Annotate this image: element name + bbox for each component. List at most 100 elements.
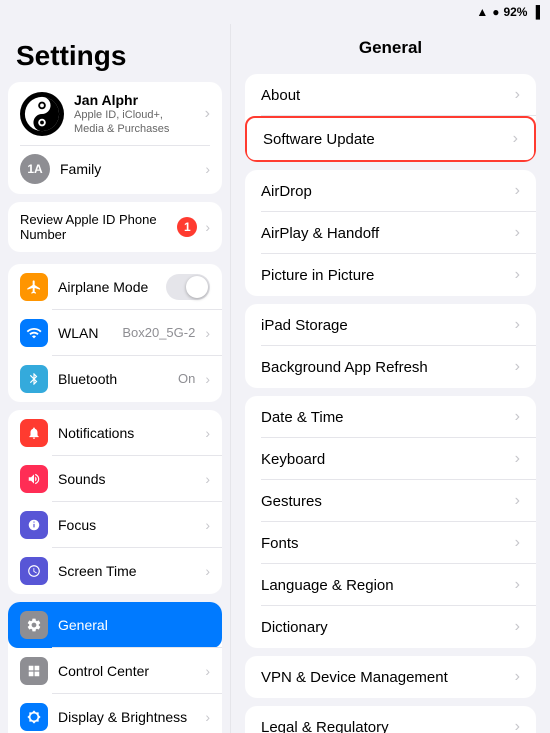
displaybrightness-icon — [20, 703, 48, 731]
detail-label-airdrop: AirDrop — [261, 183, 507, 200]
airplane-toggle[interactable] — [166, 274, 210, 300]
profile-section[interactable]: Jan Alphr Apple ID, iCloud+, Media & Pur… — [8, 82, 222, 194]
sidebar-item-screentime[interactable]: Screen Time › — [8, 548, 222, 594]
review-chevron-icon: › — [205, 219, 210, 235]
detail-item-pictureinpicture[interactable]: Picture in Picture› — [245, 254, 536, 296]
main-layout: Settings Jan Alphr Apple ID, iCloud — [0, 24, 550, 733]
detail-item-keyboard[interactable]: Keyboard› — [245, 438, 536, 480]
wlan-value: Box20_5G-2 — [122, 325, 195, 340]
screentime-icon — [20, 557, 48, 585]
review-appleid-text: Review Apple ID Phone Number — [20, 212, 169, 242]
battery-icon: ▐ — [531, 5, 540, 19]
detail-item-languageregion[interactable]: Language & Region › — [245, 564, 536, 606]
detail-header: General — [231, 24, 550, 66]
family-avatar: 1A — [20, 154, 50, 184]
sidebar-group-0: Airplane ModeWLANBox20_5G-2›BluetoothOn› — [8, 264, 222, 402]
bluetooth-label: Bluetooth — [58, 371, 168, 387]
yin-yang-icon — [23, 95, 61, 133]
sidebar-group-2: GeneralControl Center›Display & Brightne… — [8, 602, 222, 733]
detail-chevron-fonts-icon: › — [515, 534, 520, 552]
detail-label-legal: Legal & Regulatory — [261, 719, 507, 733]
wlan-chevron-icon: › — [205, 325, 210, 341]
sidebar-item-general[interactable]: General — [8, 602, 222, 648]
sidebar-item-focus[interactable]: Focus› — [8, 502, 222, 548]
detail-chevron-backgroundapprefresh-icon: › — [515, 358, 520, 376]
review-appleid-row[interactable]: Review Apple ID Phone Number 1 › — [8, 202, 222, 252]
detail-item-airdrop[interactable]: AirDrop› — [245, 170, 536, 212]
profile-chevron-icon: › — [205, 105, 210, 123]
notifications-chevron-icon: › — [205, 425, 210, 441]
detail-group-2: iPad Storage›Background App Refresh› — [245, 304, 536, 388]
detail-chevron-ipadstorage-icon: › — [515, 316, 520, 334]
sidebar-item-wlan[interactable]: WLAN Box20_5G-2 › — [8, 310, 222, 356]
avatar — [20, 92, 64, 136]
detail-chevron-about-icon: › — [515, 86, 520, 104]
detail-item-softwareupdate[interactable]: Software Update › — [245, 116, 536, 162]
detail-panel: General About›Software Update›AirDrop›Ai… — [230, 24, 550, 733]
detail-item-datetime[interactable]: Date & Time› — [245, 396, 536, 438]
controlcenter-chevron-icon: › — [205, 663, 210, 679]
sidebar-item-controlcenter[interactable]: Control Center › — [8, 648, 222, 694]
displaybrightness-chevron-icon: › — [205, 709, 210, 725]
sidebar-item-displaybrightness[interactable]: Display & Brightness › — [8, 694, 222, 733]
airplane-icon — [20, 273, 48, 301]
detail-label-ipadstorage: iPad Storage — [261, 317, 507, 334]
focus-icon — [20, 511, 48, 539]
controlcenter-label: Control Center — [58, 663, 195, 679]
detail-chevron-pictureinpicture-icon: › — [515, 266, 520, 284]
detail-item-legal[interactable]: Legal & Regulatory› — [245, 706, 536, 733]
sidebar-item-bluetooth[interactable]: BluetoothOn› — [8, 356, 222, 402]
detail-label-vpn: VPN & Device Management — [261, 669, 507, 686]
detail-label-gestures: Gestures — [261, 493, 507, 510]
detail-chevron-airplay-icon: › — [515, 224, 520, 242]
focus-label: Focus — [58, 517, 195, 533]
detail-item-about[interactable]: About› — [245, 74, 536, 116]
detail-group-5: Legal & Regulatory› — [245, 706, 536, 733]
sidebar-item-airplane[interactable]: Airplane Mode — [8, 264, 222, 310]
sidebar: Settings Jan Alphr Apple ID, iCloud — [0, 24, 230, 733]
profile-name: Jan Alphr — [74, 92, 195, 108]
profile-row[interactable]: Jan Alphr Apple ID, iCloud+, Media & Pur… — [20, 92, 210, 137]
detail-group-0: About› Software Update › — [245, 74, 536, 162]
screentime-label: Screen Time — [58, 563, 195, 579]
profile-info: Jan Alphr Apple ID, iCloud+, Media & Pur… — [74, 92, 195, 137]
detail-label-fonts: Fonts — [261, 535, 507, 552]
detail-chevron-languageregion-icon: › — [515, 576, 520, 594]
family-row[interactable]: 1A Family › — [20, 145, 210, 184]
battery-text: 92% — [503, 5, 527, 19]
sidebar-title: Settings — [0, 24, 230, 82]
detail-item-fonts[interactable]: Fonts › — [245, 522, 536, 564]
detail-item-ipadstorage[interactable]: iPad Storage › — [245, 304, 536, 346]
notifications-label: Notifications — [58, 425, 195, 441]
detail-group-3: Date & Time›Keyboard›Gestures›Fonts›Lang… — [245, 396, 536, 648]
detail-chevron-dictionary-icon: › — [515, 618, 520, 636]
detail-item-backgroundapprefresh[interactable]: Background App Refresh› — [245, 346, 536, 388]
displaybrightness-label: Display & Brightness — [58, 709, 195, 725]
detail-item-vpn[interactable]: VPN & Device Management› — [245, 656, 536, 698]
sidebar-item-notifications[interactable]: Notifications › — [8, 410, 222, 456]
detail-item-airplay[interactable]: AirPlay & Handoff › — [245, 212, 536, 254]
detail-label-languageregion: Language & Region — [261, 577, 507, 594]
wlan-icon — [20, 319, 48, 347]
notifications-icon — [20, 419, 48, 447]
detail-chevron-keyboard-icon: › — [515, 450, 520, 468]
general-label: General — [58, 617, 210, 633]
detail-label-softwareupdate: Software Update — [263, 131, 505, 148]
status-icons: ▲ ● 92% ▐ — [476, 5, 540, 19]
sounds-chevron-icon: › — [205, 471, 210, 487]
wifi-icon: ▲ — [476, 5, 488, 19]
wlan-label: WLAN — [58, 325, 112, 341]
status-bar: ▲ ● 92% ▐ — [0, 0, 550, 24]
detail-item-gestures[interactable]: Gestures› — [245, 480, 536, 522]
detail-chevron-softwareupdate-icon: › — [513, 130, 518, 148]
airplane-label: Airplane Mode — [58, 279, 156, 295]
sidebar-item-sounds[interactable]: Sounds› — [8, 456, 222, 502]
bluetooth-chevron-icon: › — [205, 371, 210, 387]
screentime-chevron-icon: › — [205, 563, 210, 579]
profile-subtitle: Apple ID, iCloud+, Media & Purchases — [74, 108, 195, 137]
detail-item-dictionary[interactable]: Dictionary› — [245, 606, 536, 648]
general-icon — [20, 611, 48, 639]
detail-label-airplay: AirPlay & Handoff — [261, 225, 507, 242]
review-badge: 1 — [177, 217, 197, 237]
detail-chevron-datetime-icon: › — [515, 408, 520, 426]
